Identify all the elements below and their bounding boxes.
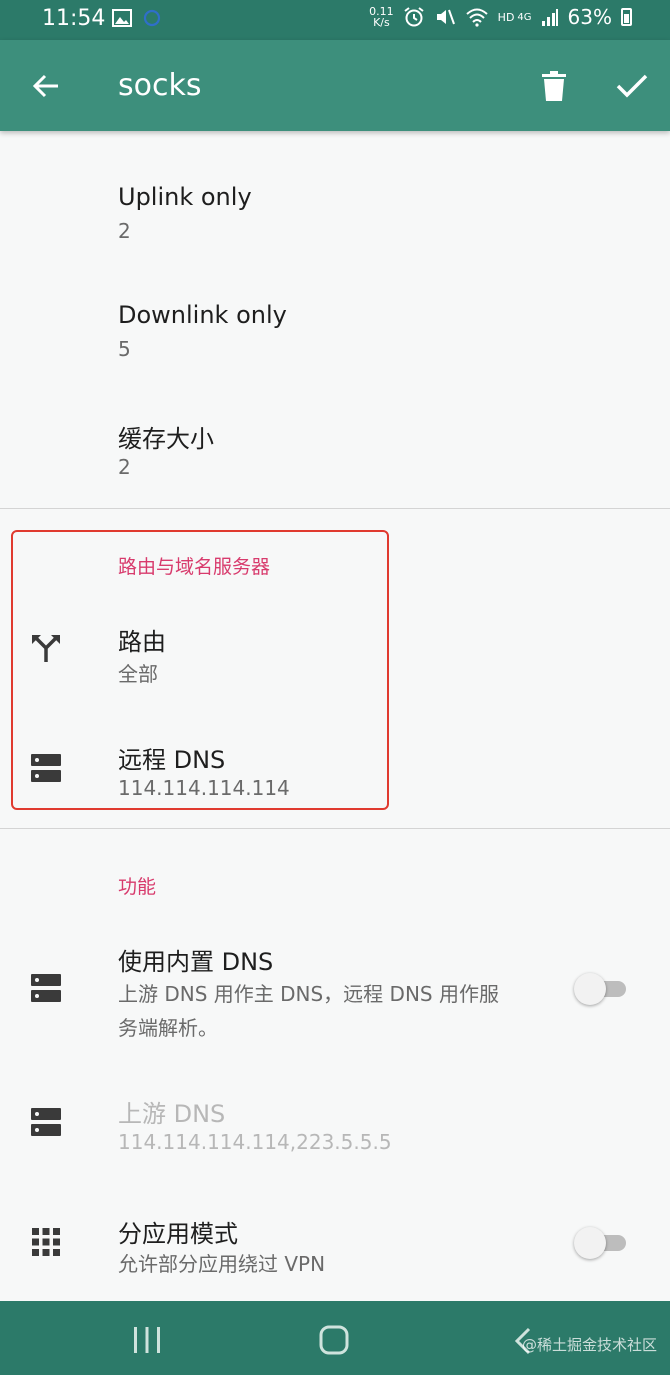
page-title: socks (118, 68, 202, 103)
battery-icon (621, 8, 632, 26)
pref-builtin-dns[interactable]: 使用内置 DNS 上游 DNS 用作主 DNS，远程 DNS 用作服 务端解析。 (0, 910, 670, 1060)
app-bar: socks (0, 40, 670, 131)
pref-title: 上游 DNS (118, 1100, 226, 1128)
network-gen: 4G (517, 11, 532, 23)
back-button[interactable] (26, 62, 66, 110)
pref-summary: 5 (118, 337, 131, 361)
mute-icon (436, 9, 455, 25)
recent-apps-icon[interactable] (132, 1327, 162, 1353)
pref-summary: 2 (118, 219, 131, 243)
switch-thumb (574, 973, 606, 1005)
switch-thumb (574, 1227, 606, 1259)
network-speed: 0.11 K/s (369, 5, 394, 29)
builtin-dns-switch[interactable] (574, 972, 626, 1005)
pref-summary: 114.114.114.114,223.5.5.5 (118, 1130, 392, 1154)
per-app-switch[interactable] (574, 1226, 626, 1259)
pref-upstream-dns: 上游 DNS 114.114.114.114,223.5.5.5 (0, 1060, 670, 1180)
gallery-icon (112, 9, 132, 27)
confirm-button[interactable] (608, 62, 656, 110)
highlight-box (11, 530, 389, 810)
pref-title: Uplink only (118, 183, 252, 211)
apps-grid-icon (32, 1228, 60, 1256)
dns-server-icon (31, 1108, 61, 1136)
status-bar: 11:54 0.11 K/s HD 4G 63% (0, 0, 670, 40)
wifi-icon (466, 8, 488, 27)
status-time: 11:54 (42, 6, 106, 31)
pref-uplink-only[interactable]: Uplink only 2 (0, 131, 670, 249)
delete-button[interactable] (532, 62, 576, 110)
pref-summary: 2 (118, 455, 131, 479)
category-features: 功能 (118, 876, 157, 898)
pref-title: 分应用模式 (118, 1220, 238, 1248)
delete-icon (542, 71, 566, 101)
pref-title: 使用内置 DNS (118, 948, 274, 976)
pref-buffer-size[interactable]: 缓存大小 2 (0, 367, 670, 507)
dns-server-icon (31, 974, 61, 1002)
pref-title: Downlink only (118, 301, 287, 329)
arrow-back-icon (32, 74, 58, 98)
pref-summary-line2: 务端解析。 (118, 1016, 218, 1040)
signal-icon (541, 9, 558, 26)
pref-per-app-mode[interactable]: 分应用模式 允许部分应用绕过 VPN (0, 1180, 670, 1300)
battery-level: 63% (567, 5, 612, 29)
divider (0, 508, 670, 509)
pref-summary: 允许部分应用绕过 VPN (118, 1252, 326, 1276)
divider (0, 828, 670, 829)
pref-downlink-only[interactable]: Downlink only 5 (0, 249, 670, 367)
home-icon[interactable] (319, 1325, 349, 1355)
check-icon (616, 74, 648, 98)
alarm-icon (404, 7, 424, 27)
network-type: HD (497, 10, 515, 24)
watermark: @稀土掘金技术社区 (522, 1336, 658, 1354)
pref-summary-line1: 上游 DNS 用作主 DNS，远程 DNS 用作服 (118, 982, 499, 1006)
pref-title: 缓存大小 (118, 425, 214, 453)
sync-icon (143, 9, 161, 27)
